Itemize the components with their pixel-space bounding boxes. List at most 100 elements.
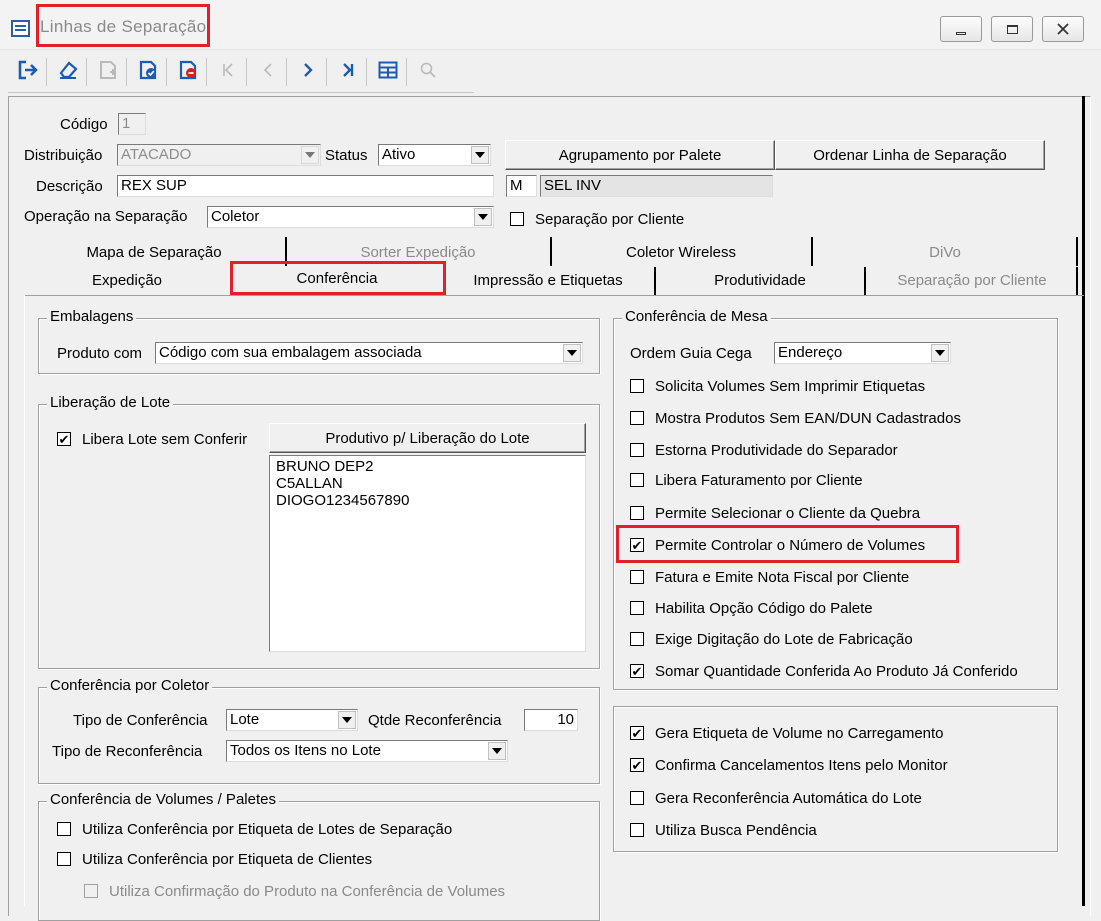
- mesa-option-2[interactable]: Estorna Produtividade do Separador: [630, 440, 898, 460]
- agrupamento-palete-button[interactable]: Agrupamento por Palete: [505, 140, 775, 170]
- conferencia-coletor-title: Conferência por Coletor: [47, 677, 213, 694]
- code-m-field[interactable]: M: [506, 175, 537, 197]
- toolbar-separator: [286, 58, 287, 86]
- operacao-value: Coletor: [211, 208, 260, 225]
- checkbox-box: [630, 632, 644, 646]
- tipo-reconferencia-dropdown-button[interactable]: [488, 742, 506, 760]
- minimize-button[interactable]: [940, 16, 982, 42]
- distribuicao-dropdown-button[interactable]: [301, 146, 319, 164]
- chevron-down-icon: [492, 748, 502, 754]
- mesa-option-4[interactable]: Permite Selecionar o Cliente da Quebra: [630, 503, 920, 523]
- checkbox-label: Gera Reconferência Automática do Lote: [655, 789, 922, 807]
- mesa-option-9[interactable]: ✔ Somar Quantidade Conferida Ao Produto …: [630, 661, 1018, 681]
- checkbox-box: [630, 443, 644, 457]
- qtde-reconferencia-field[interactable]: 10: [524, 709, 578, 731]
- checkbox-box: [630, 506, 644, 520]
- tab-divo[interactable]: DiVo: [813, 238, 1077, 266]
- ordem-guia-cega-label: Ordem Guia Cega: [630, 345, 752, 362]
- outras-option-2[interactable]: Gera Reconferência Automática do Lote: [630, 788, 922, 808]
- save-record-button[interactable]: [134, 52, 162, 88]
- first-record-icon: [223, 63, 233, 77]
- produto-com-dropdown-button[interactable]: [563, 344, 581, 362]
- checkbox-box: [84, 884, 98, 898]
- mesa-option-1[interactable]: Mostra Produtos Sem EAN/DUN Cadastrados: [630, 408, 961, 428]
- volumes-option-highlight: [616, 525, 959, 563]
- toolbar-separator: [86, 58, 87, 86]
- tipo-conferencia-dropdown-button[interactable]: [338, 711, 356, 729]
- tipo-conferencia-select[interactable]: Lote: [226, 709, 358, 731]
- restore-icon: [1006, 24, 1018, 34]
- exit-button[interactable]: [14, 52, 42, 88]
- eraser-button[interactable]: [54, 52, 82, 88]
- save-record-icon: [139, 60, 157, 80]
- mesa-option-6[interactable]: Fatura e Emite Nota Fiscal por Cliente: [630, 567, 909, 587]
- last-record-icon: [343, 63, 354, 77]
- next-record-icon: [304, 63, 313, 77]
- ordem-guia-cega-value: Endereço: [778, 344, 843, 361]
- next-record-button[interactable]: [294, 52, 322, 88]
- qtde-reconferencia-label: Qtde Reconferência: [368, 712, 502, 729]
- tab-page-left-border: [24, 295, 25, 906]
- title-highlight: [36, 4, 210, 47]
- toolbar-separator: [46, 58, 47, 86]
- produtivo-liberacao-button[interactable]: Produtivo p/ Liberação do Lote: [269, 423, 586, 453]
- last-record-button[interactable]: [334, 52, 362, 88]
- operacao-dropdown-button[interactable]: [474, 208, 492, 226]
- list-item[interactable]: BRUNO DEP2: [276, 458, 579, 475]
- status-select[interactable]: Ativo: [378, 144, 491, 166]
- restore-button[interactable]: [991, 16, 1033, 42]
- ordenar-linha-button[interactable]: Ordenar Linha de Separação: [775, 140, 1045, 170]
- checkbox-box: [630, 473, 644, 487]
- separacao-cliente-checkbox[interactable]: Separação por Cliente: [510, 209, 684, 229]
- delete-record-button[interactable]: [174, 52, 202, 88]
- search-icon: [420, 62, 436, 78]
- etiqueta-lotes-checkbox[interactable]: Utiliza Conferência por Etiqueta de Lote…: [57, 819, 452, 839]
- descricao-field[interactable]: REX SUP: [117, 175, 494, 197]
- outras-option-0[interactable]: ✔ Gera Etiqueta de Volume no Carregament…: [630, 723, 944, 743]
- checkbox-label: Somar Quantidade Conferida Ao Produto Já…: [655, 662, 1018, 680]
- embalagens-title: Embalagens: [47, 308, 137, 325]
- tab-produtividade[interactable]: Produtividade: [658, 266, 862, 294]
- prev-record-button[interactable]: [254, 52, 282, 88]
- status-dropdown-button[interactable]: [471, 146, 489, 164]
- tab-coletor-wireless[interactable]: Coletor Wireless: [552, 238, 810, 266]
- distribuicao-select[interactable]: ATACADO: [117, 144, 321, 166]
- new-record-button[interactable]: [94, 52, 122, 88]
- mesa-option-3[interactable]: Libera Faturamento por Cliente: [630, 470, 863, 490]
- checkbox-label: Estorna Produtividade do Separador: [655, 441, 898, 459]
- first-record-button[interactable]: [214, 52, 242, 88]
- checkbox-label: Permite Selecionar o Cliente da Quebra: [655, 504, 921, 522]
- mesa-option-7[interactable]: Habilita Opção Código do Palete: [630, 598, 873, 618]
- tipo-reconferencia-value: Todos os Itens no Lote: [230, 742, 381, 759]
- close-button[interactable]: [1042, 16, 1084, 42]
- conferencia-tab-highlight: [230, 261, 446, 295]
- checkbox-box: [630, 823, 644, 837]
- mesa-option-0[interactable]: Solicita Volumes Sem Imprimir Etiquetas: [630, 376, 925, 396]
- grid-button[interactable]: [374, 52, 402, 88]
- list-item[interactable]: DIOGO1234567890: [276, 492, 579, 509]
- operacao-select[interactable]: Coletor: [207, 206, 494, 228]
- tab-page-border: [24, 295, 1084, 296]
- tab-separator: [1076, 237, 1078, 266]
- produto-com-select[interactable]: Código com sua embalagem associada: [155, 342, 583, 364]
- outras-option-1[interactable]: ✔ Confirma Cancelamentos Itens pelo Moni…: [630, 755, 948, 775]
- tab-impressao-etiquetas[interactable]: Impressão e Etiquetas: [444, 266, 652, 294]
- confirmacao-produto-checkbox[interactable]: Utiliza Confirmação do Produto na Confer…: [84, 881, 505, 901]
- codigo-field[interactable]: 1: [118, 113, 146, 135]
- libera-lote-checkbox[interactable]: ✔ Libera Lote sem Conferir: [57, 429, 247, 449]
- outras-option-3[interactable]: Utiliza Busca Pendência: [630, 820, 817, 840]
- ordem-guia-cega-dropdown-button[interactable]: [931, 344, 949, 362]
- tab-expedicao[interactable]: Expedição: [24, 266, 230, 294]
- search-button[interactable]: [414, 52, 442, 88]
- tab-separacao-cliente[interactable]: Separação por Cliente: [868, 266, 1076, 294]
- ordem-guia-cega-select[interactable]: Endereço: [774, 342, 951, 364]
- list-item[interactable]: C5ALLAN: [276, 475, 579, 492]
- conferencia-volumes-title: Conferência de Volumes / Paletes: [47, 791, 279, 808]
- code-sel-field[interactable]: SEL INV: [540, 175, 773, 197]
- checkbox-box: ✔: [57, 431, 71, 447]
- tipo-reconferencia-select[interactable]: Todos os Itens no Lote: [226, 740, 508, 762]
- tipo-conferencia-label: Tipo de Conferência: [73, 712, 208, 729]
- mesa-option-8[interactable]: Exige Digitação do Lote de Fabricação: [630, 629, 913, 649]
- etiqueta-clientes-checkbox[interactable]: Utiliza Conferência por Etiqueta de Clie…: [57, 849, 372, 869]
- produtivo-listbox[interactable]: BRUNO DEP2 C5ALLAN DIOGO1234567890: [269, 455, 586, 652]
